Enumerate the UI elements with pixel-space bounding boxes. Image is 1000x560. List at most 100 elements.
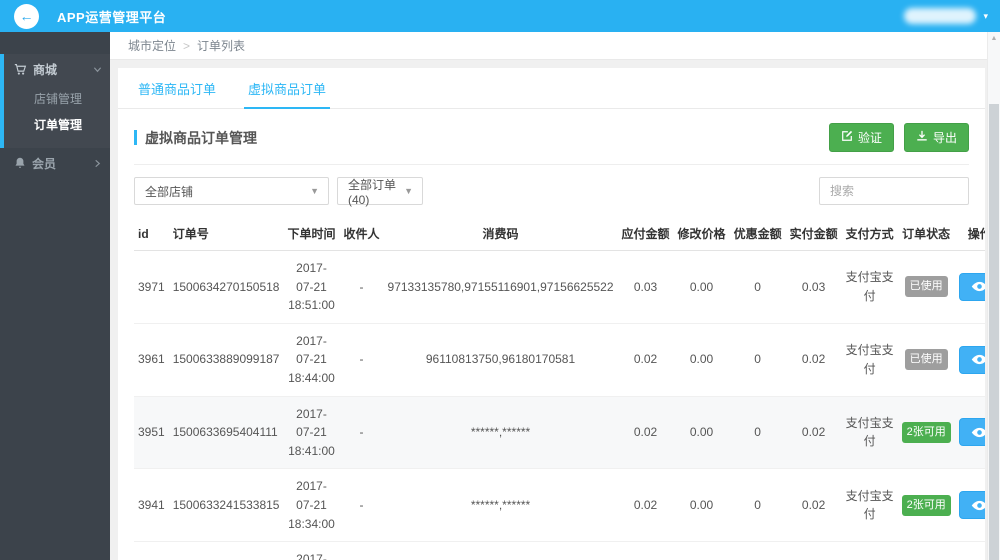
table-cell: 0.00	[673, 396, 730, 470]
table-cell: ******,******	[383, 468, 618, 543]
table-header-row: id 订单号 下单时间 收件人 消费码 应付金额 修改价格 优惠金额 实付金额 支付方式 订单状态操…	[134, 217, 985, 251]
table-cell: 0.03	[785, 541, 842, 560]
bell-icon	[14, 157, 26, 169]
caret-down-icon: ▼	[310, 186, 319, 196]
search-input[interactable]	[819, 177, 969, 205]
download-icon	[916, 130, 928, 145]
view-order-button[interactable]	[958, 418, 985, 447]
table-cell: 2张可用	[897, 396, 955, 470]
table-cell: 支付宝支付	[841, 250, 898, 324]
table-cell: 0.00	[673, 323, 730, 397]
table-cell: 3961	[134, 323, 169, 397]
table-cell: -	[339, 250, 384, 324]
table-cell: 已使用	[897, 250, 955, 324]
header-cell: 支付方式	[841, 217, 898, 251]
table-cell: 0	[729, 250, 786, 324]
sidebar: 商城店铺管理 订单管理会员	[0, 32, 110, 560]
table-cell: 2017-07-21 18:51:00	[283, 250, 340, 324]
table-cell: 在线支付	[841, 541, 898, 560]
table-cell: 3931	[134, 541, 169, 560]
page-title-text: 虚拟商品订单管理	[145, 129, 257, 146]
sidebar-group-label: 商城	[33, 62, 58, 77]
table-cell: 0.02	[785, 323, 842, 397]
verify-button[interactable]: 验证	[828, 123, 894, 152]
export-button[interactable]: 导出	[903, 123, 969, 152]
scroll-up-arrow-icon[interactable]: ▲	[988, 32, 1000, 45]
header-cell: 优惠金额	[729, 217, 786, 251]
table-cell: 3971	[134, 250, 169, 324]
table-cell: 0.03	[617, 541, 674, 560]
header-cell: 消费码	[383, 217, 618, 251]
table-cell: 已使用	[897, 323, 955, 397]
header-cell: 应付金额	[617, 217, 674, 251]
user-menu[interactable]: ▾	[904, 8, 988, 24]
table-cell: -	[339, 323, 384, 397]
table-cell: 0	[729, 396, 786, 470]
tab[interactable]: 虚拟商品订单	[244, 68, 331, 109]
cart-icon	[14, 63, 27, 76]
table-cell	[954, 250, 985, 324]
tab[interactable]: 普通商品订单	[134, 68, 220, 109]
export-button-label: 导出	[932, 131, 957, 145]
table-cell: 1500633695404111	[168, 396, 284, 470]
breadcrumb-separator: >	[183, 38, 191, 53]
header-cell: id	[134, 217, 169, 251]
table-cell: -	[339, 541, 384, 560]
panel-header: 虚拟商品订单管理 验证 导出	[134, 123, 969, 165]
table-cell: 0.02	[617, 468, 674, 543]
view-order-button[interactable]	[958, 345, 985, 374]
view-order-button[interactable]	[958, 272, 985, 301]
table-cell: 0.02	[785, 468, 842, 543]
breadcrumb-item-orders: 订单列表	[197, 39, 246, 53]
order-filter-value: 全部订单(40)	[348, 177, 397, 207]
table-cell: 1500633241533815	[168, 468, 284, 543]
header-cell: 订单状态	[897, 217, 955, 251]
table-cell: 1500634270150518	[168, 250, 284, 324]
table-cell: 97133135780,97155116901,97156625522	[383, 250, 618, 324]
table-cell: 0.02	[617, 323, 674, 397]
sidebar-group-label: 会员	[32, 156, 57, 171]
chevron-right-icon	[93, 159, 102, 168]
tab-bar: 普通商品订单 虚拟商品订单	[118, 68, 985, 109]
title-accent-bar	[134, 130, 137, 145]
table-row: 393115006329589425782017-07-21 18:29:00-…	[134, 541, 985, 560]
page-title: 虚拟商品订单管理	[134, 128, 257, 148]
user-name-redacted	[904, 8, 977, 24]
table-cell	[954, 468, 985, 543]
table-cell: 1500633889099187	[168, 323, 284, 397]
table-cell: 1500632958942578	[168, 541, 284, 560]
sidebar-group-header[interactable]: 商城	[4, 54, 110, 84]
sidebar-item[interactable]: 订单管理	[4, 112, 110, 138]
order-status-badge: 2张可用	[901, 494, 951, 516]
sidebar-group-header[interactable]: 会员	[4, 148, 110, 178]
table-cell: 0.03	[785, 250, 842, 324]
table-cell: 0.02	[617, 396, 674, 470]
eye-icon	[971, 354, 985, 365]
breadcrumb-item-city[interactable]: 城市定位	[128, 37, 176, 54]
table-cell: 支付宝支付	[841, 468, 898, 543]
table-cell: 支付宝支付	[841, 323, 898, 397]
caret-down-icon: ▾	[983, 10, 988, 21]
order-filter-select[interactable]: 全部订单(40) ▼	[337, 177, 423, 207]
table-cell: 0.03	[617, 250, 674, 324]
view-order-button[interactable]	[958, 491, 985, 520]
table-cell: ******,******,******	[383, 541, 618, 560]
table-row: 3951 1500633695404111 2017-07-21 18:41:00-…	[134, 396, 985, 470]
header-cell: 修改价格	[673, 217, 730, 251]
sidebar-submenu: 店铺管理 订单管理	[4, 84, 110, 148]
table-cell: 0.00	[673, 468, 730, 543]
table-body: 3971 1500634270150518 2017-07-21 18:51:00-…	[134, 250, 985, 560]
header-cell: 订单号	[168, 217, 284, 251]
verify-button-label: 验证	[857, 131, 882, 145]
shop-filter-value: 全部店铺	[145, 184, 194, 199]
table-cell: 0.00	[673, 250, 730, 324]
eye-icon	[971, 500, 985, 511]
shop-filter-select[interactable]: 全部店铺 ▼	[134, 177, 329, 205]
back-button[interactable]: ←	[14, 3, 39, 29]
scrollbar-thumb[interactable]	[989, 104, 999, 560]
table-cell: 2017-07-21 18:29:00	[283, 541, 340, 560]
table-cell: 3941	[134, 468, 169, 543]
sidebar-group: 会员	[0, 148, 110, 178]
table-row: 3961 1500633889099187 2017-07-21 18:44:00-…	[134, 323, 985, 397]
sidebar-item[interactable]: 店铺管理	[4, 86, 110, 112]
